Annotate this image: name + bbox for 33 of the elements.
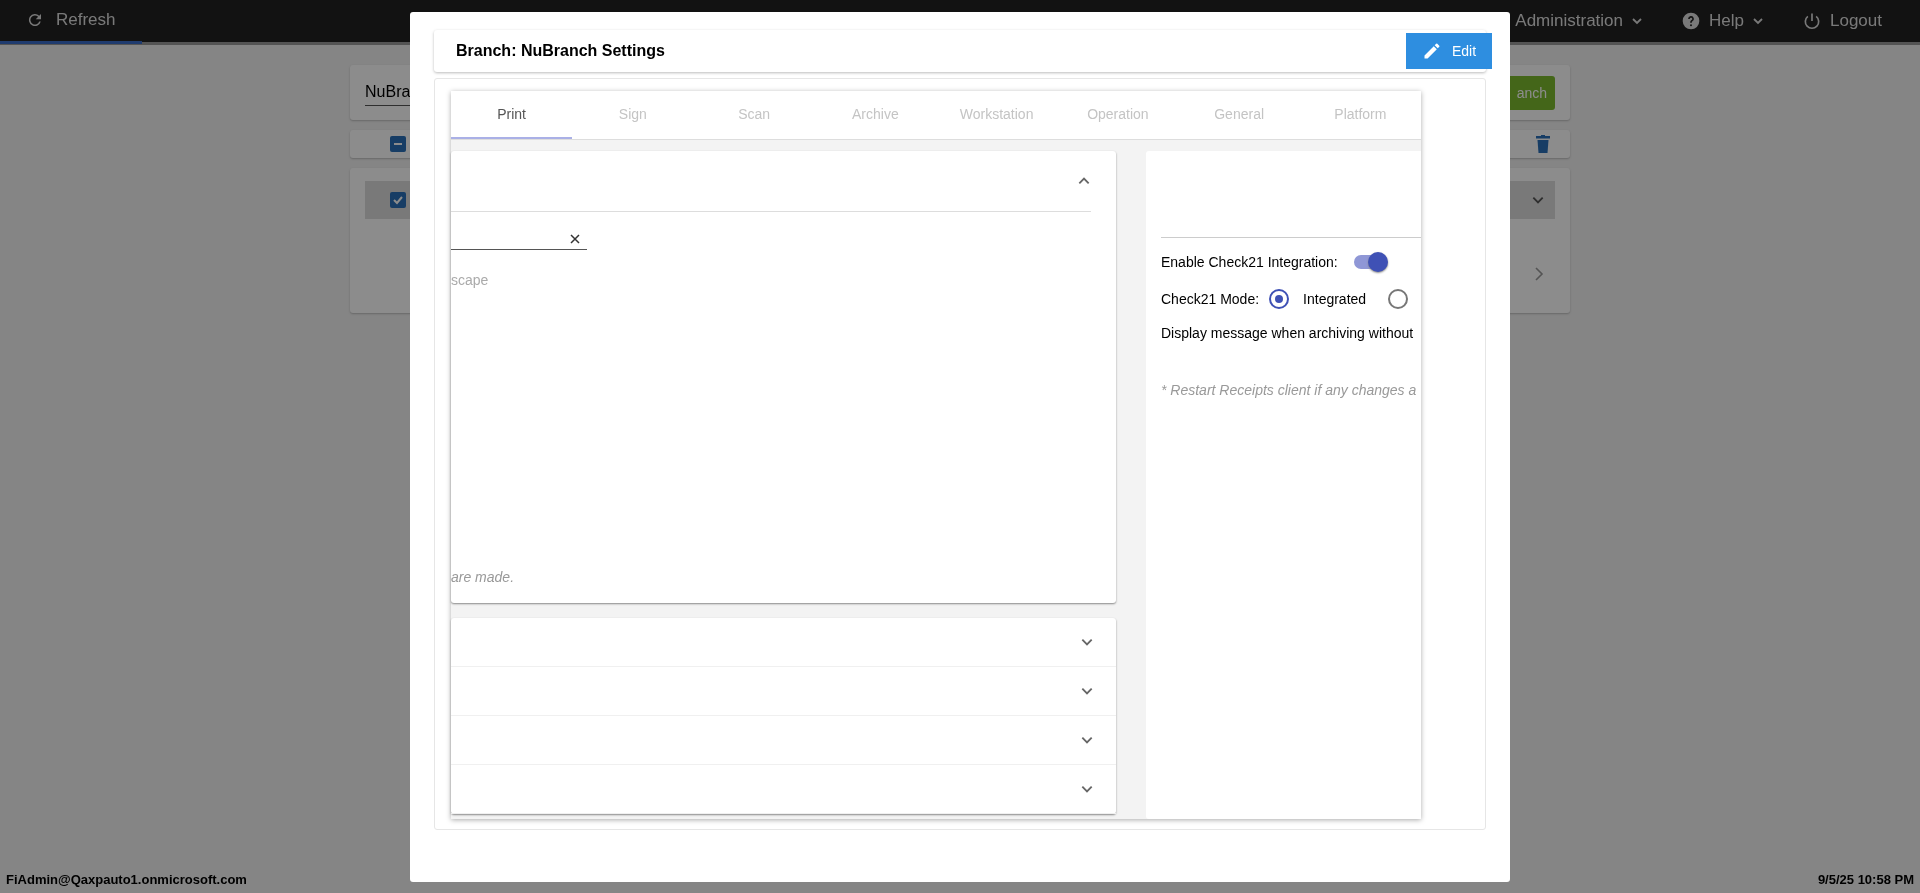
row-checkbox[interactable]	[390, 192, 406, 208]
settings-tab[interactable]: Scan	[693, 91, 815, 139]
mode-label: Check21 Mode:	[1161, 291, 1260, 307]
radio-label: Integrated	[1303, 291, 1367, 307]
settings-tab[interactable]: Platform	[1299, 91, 1421, 139]
chevron-right-icon[interactable]	[1533, 266, 1545, 282]
chevron-down-icon	[1631, 15, 1644, 27]
trash-icon[interactable]	[1536, 135, 1550, 153]
settings-tab[interactable]: General	[1178, 91, 1300, 139]
refresh-button[interactable]: Refresh	[0, 0, 142, 44]
edit-button[interactable]: Edit	[1406, 33, 1492, 69]
date-time: 9/5/25 10:58 PM	[1817, 872, 1914, 887]
menu-button[interactable]: Administration	[1509, 10, 1650, 32]
dialog-title: Branch: NuBranch Settings	[456, 42, 665, 60]
settings-tab[interactable]: Sign	[572, 91, 694, 139]
toggle-label: Enable Check21 Integration:	[1161, 254, 1338, 270]
help-icon	[1681, 11, 1702, 31]
settings-tab[interactable]: Operation	[1057, 91, 1179, 139]
menu-button[interactable]: Help	[1675, 10, 1770, 32]
power-icon	[1802, 11, 1822, 31]
restart-note: are made.	[451, 569, 515, 585]
settings-tab[interactable]: Workstation	[936, 91, 1058, 139]
clear-icon[interactable]	[569, 232, 581, 245]
menu-button[interactable]: Logout	[1796, 10, 1888, 32]
mode-radio[interactable]	[1388, 289, 1409, 309]
restart-note: * Restart Receipts client if any changes a	[1161, 382, 1418, 398]
orientation-option: scape	[451, 272, 489, 288]
user-email: FiAdmin@Qaxpauto1.onmicrosoft.com	[6, 872, 247, 887]
chevron-down-icon	[1752, 15, 1764, 27]
settings-tab[interactable]: Archive	[814, 91, 936, 139]
select-all-checkbox[interactable]	[390, 136, 406, 152]
mode-radio[interactable]	[1269, 289, 1290, 309]
message-label: Display message when archiving without	[1161, 324, 1415, 343]
